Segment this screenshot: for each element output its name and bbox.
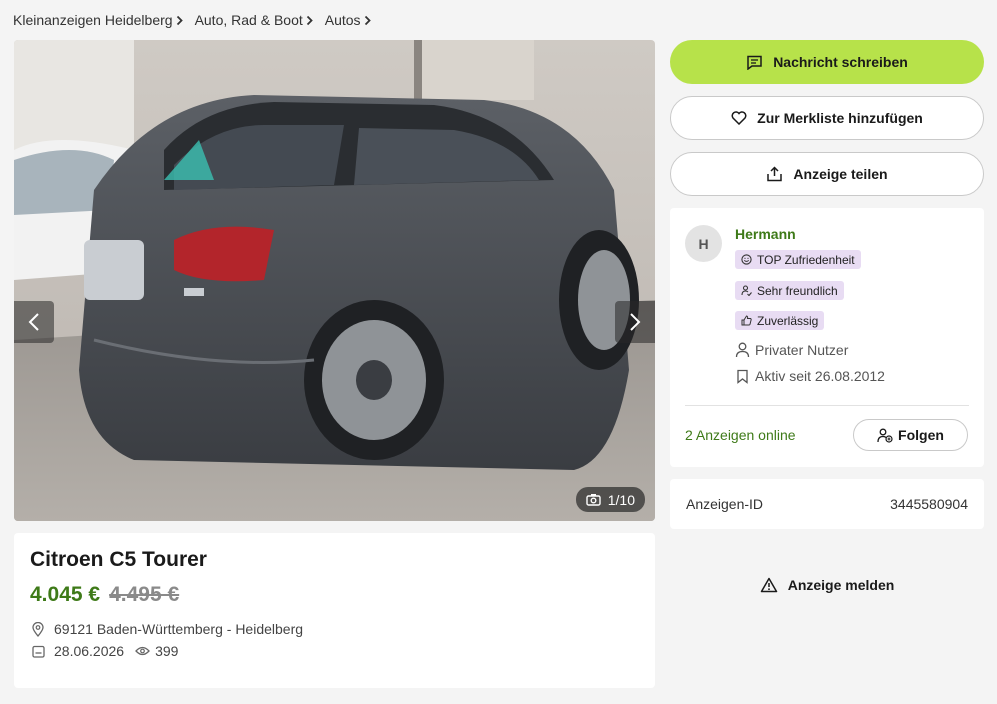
image-counter-text: 1/10 <box>607 491 635 508</box>
ad-views-count: 399 <box>155 643 179 659</box>
report-ad-label[interactable]: Anzeige melden <box>788 577 895 593</box>
seller-active-since-text: Aktiv seit 26.08.2012 <box>755 368 885 384</box>
seller-card: H Hermann TOP Zufriedenheit Sehr freundl… <box>670 208 984 467</box>
ad-date-row: 28.06.2026 399 <box>30 643 639 659</box>
chevron-left-icon <box>28 313 39 331</box>
price-row: 4.045 € 4.495 € <box>30 583 639 607</box>
breadcrumb-item-autos[interactable]: Autos <box>325 12 371 28</box>
gallery-prev-button[interactable] <box>14 301 54 343</box>
badge-label: Sehr freundlich <box>757 283 838 298</box>
ad-views: 399 <box>134 643 178 659</box>
badge-label: TOP Zufriedenheit <box>757 252 855 267</box>
chevron-right-icon <box>176 15 183 25</box>
follow-user-icon <box>877 428 893 443</box>
badge-friendly: Sehr freundlich <box>735 281 844 300</box>
chat-icon <box>747 55 762 70</box>
follow-seller-label[interactable]: Folgen <box>898 427 944 443</box>
calendar-icon <box>30 645 46 658</box>
send-message-button[interactable]: Nachricht schreiben <box>670 40 984 84</box>
image-counter: 1/10 <box>575 487 645 512</box>
thumbs-up-icon <box>741 315 752 326</box>
badge-label: Zuverlässig <box>757 313 819 328</box>
add-to-watchlist-button[interactable]: Zur Merkliste hinzufügen <box>670 96 984 140</box>
ad-id-label: Anzeigen-ID <box>686 496 764 512</box>
ad-id-card: Anzeigen-ID 3445580904 <box>670 479 984 529</box>
badge-reliable: Zuverlässig <box>735 311 825 330</box>
ad-price: 4.045 € <box>30 583 101 606</box>
chevron-right-icon <box>630 313 641 331</box>
seller-name[interactable]: Hermann <box>735 226 796 242</box>
seller-type-text: Privater Nutzer <box>755 342 849 358</box>
friendly-user-icon <box>741 285 752 296</box>
breadcrumb-label[interactable]: Auto, Rad & Boot <box>195 12 303 28</box>
seller-type: Privater Nutzer <box>735 342 848 358</box>
eye-icon <box>134 646 150 656</box>
ad-location-text: 69121 Baden-Württemberg - Heidelberg <box>54 621 304 637</box>
location-pin-icon <box>30 621 46 637</box>
camera-icon <box>586 494 601 506</box>
chevron-right-icon <box>364 15 371 25</box>
breadcrumb: Kleinanzeigen Heidelberg Auto, Rad & Boo… <box>13 12 383 28</box>
report-ad-button[interactable]: Anzeige melden <box>670 570 984 600</box>
seller-active-since: Aktiv seit 26.08.2012 <box>735 368 885 384</box>
image-gallery[interactable]: 1/10 <box>14 40 655 521</box>
send-message-label[interactable]: Nachricht schreiben <box>773 54 908 70</box>
car-photo[interactable] <box>14 40 655 521</box>
warning-icon <box>760 577 777 593</box>
smiley-icon <box>741 254 752 265</box>
bookmark-icon <box>737 369 748 384</box>
breadcrumb-label[interactable]: Kleinanzeigen Heidelberg <box>13 12 173 28</box>
divider <box>685 405 969 406</box>
ad-id-value: 3445580904 <box>890 496 968 512</box>
avatar[interactable]: H <box>685 225 722 262</box>
share-ad-label[interactable]: Anzeige teilen <box>793 166 887 182</box>
chevron-right-icon <box>306 15 313 25</box>
seller-online-ads-link[interactable]: 2 Anzeigen online <box>685 427 796 443</box>
breadcrumb-label[interactable]: Autos <box>325 12 361 28</box>
user-icon <box>735 342 750 358</box>
add-to-watchlist-label[interactable]: Zur Merkliste hinzufügen <box>757 110 923 126</box>
ad-date: 28.06.2026 <box>54 643 125 659</box>
heart-icon <box>731 111 747 125</box>
ad-location: 69121 Baden-Württemberg - Heidelberg <box>30 621 639 637</box>
ad-title: Citroen C5 Tourer <box>30 548 207 571</box>
share-icon <box>767 166 783 182</box>
ad-old-price: 4.495 € <box>109 583 180 606</box>
share-ad-button[interactable]: Anzeige teilen <box>670 152 984 196</box>
ad-details-card: Citroen C5 Tourer 4.045 € 4.495 € 69121 … <box>14 533 655 688</box>
gallery-next-button[interactable] <box>615 301 655 343</box>
breadcrumb-item-auto-rad-boot[interactable]: Auto, Rad & Boot <box>195 12 313 28</box>
badge-top-satisfaction: TOP Zufriedenheit <box>735 250 861 269</box>
follow-seller-button[interactable]: Folgen <box>853 419 968 451</box>
breadcrumb-item-heidelberg[interactable]: Kleinanzeigen Heidelberg <box>13 12 183 28</box>
